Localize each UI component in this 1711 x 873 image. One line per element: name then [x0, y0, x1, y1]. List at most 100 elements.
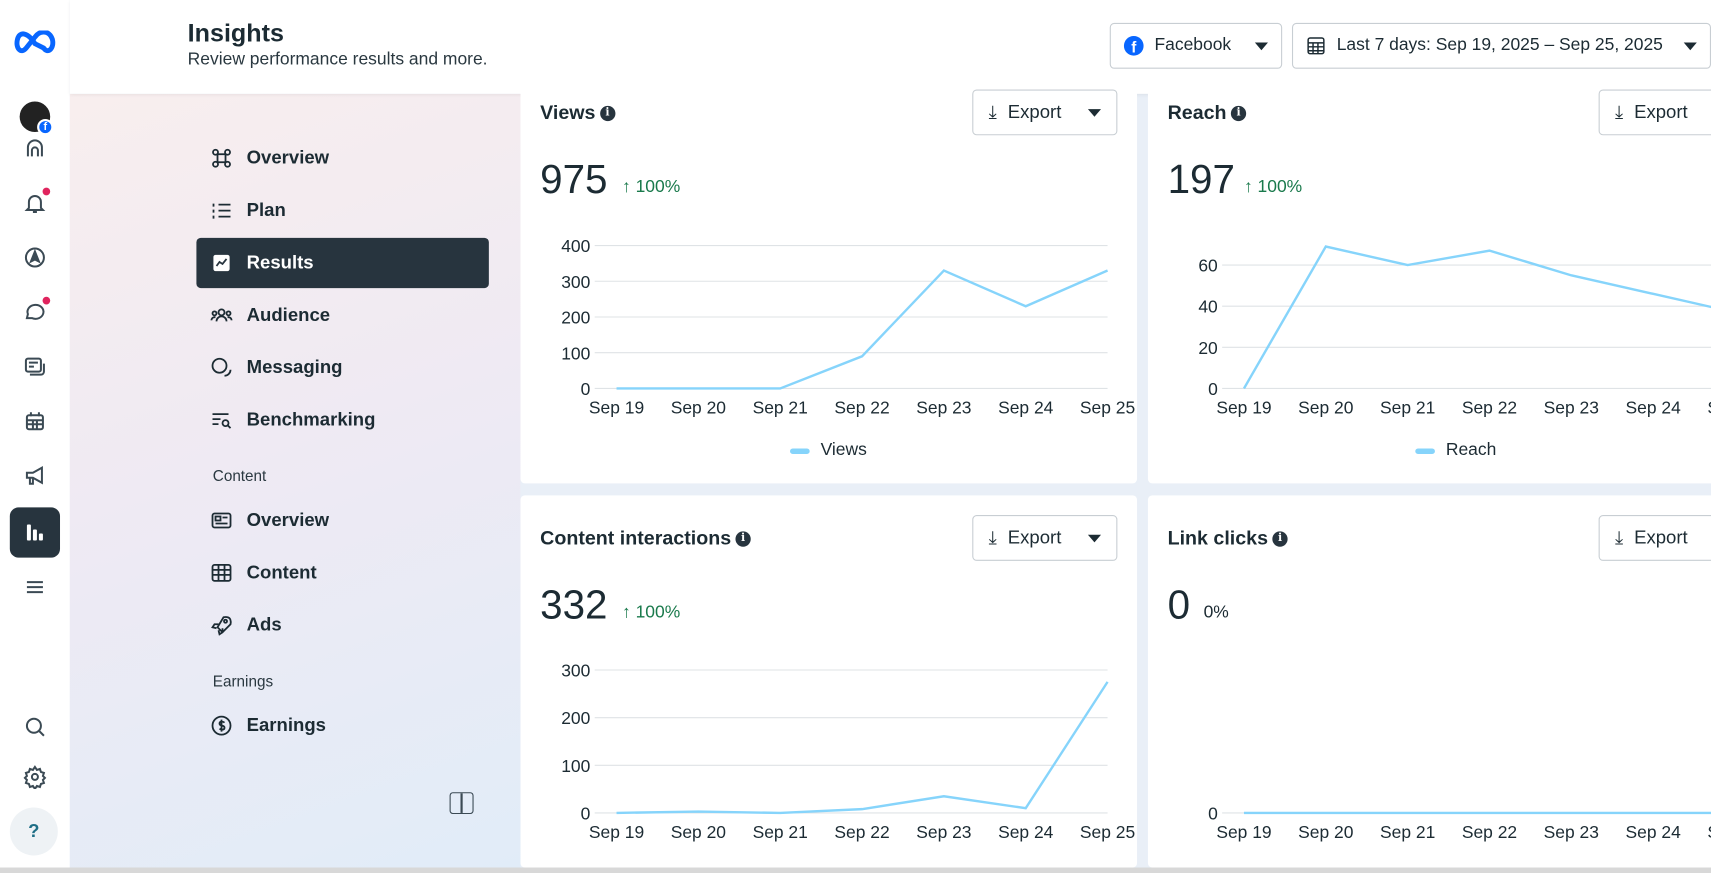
card-title: Views i [540, 101, 616, 124]
x-tick-label: Sep 25 [1080, 398, 1135, 418]
info-icon[interactable]: i [1272, 530, 1288, 547]
notification-dot [42, 296, 51, 305]
views-card: 0 100 200 300 400 Sep 19 Sep 20 Sep 21 Sep 22 Sep… [520, 85, 1138, 484]
left-rail: f ? [0, 0, 70, 868]
gear-icon[interactable] [13, 755, 57, 799]
messaging-icon [211, 357, 232, 377]
x-tick-label: Sep 19 [1216, 822, 1271, 842]
insights-nav: Overview Plan Results Audience Messaging… [69, 93, 521, 868]
info-icon[interactable]: i [1230, 105, 1247, 121]
help-button[interactable]: ? [9, 807, 58, 856]
x-tick-label: Sep 21 [1380, 822, 1435, 842]
nav-item-content-overview[interactable]: Overview [196, 495, 488, 545]
window-bottom-edge [0, 867, 1711, 873]
metric-change: ↑ 100% [621, 603, 681, 622]
series-line [616, 681, 1109, 815]
x-tick-label: Sep 23 [916, 398, 971, 418]
metric-value: 0 [1167, 582, 1191, 628]
nav-item-content[interactable]: Content [196, 548, 488, 598]
x-tick-label: Sep 19 [1216, 398, 1271, 418]
y-tick-label: 40 [1198, 297, 1218, 317]
x-tick-label: Sep 22 [1462, 822, 1517, 842]
x-tick-label: Sep 20 [1298, 822, 1354, 842]
metric-change: ↑ 100% [621, 177, 681, 197]
date-range-dropdown[interactable]: Last 7 days: Sep 19, 2025 – Sep 25, 2025 [1291, 22, 1711, 69]
calendar-grid-icon [1307, 37, 1325, 55]
x-tick-label: Sep 22 [834, 822, 889, 842]
compass-icon[interactable] [13, 236, 57, 280]
x-tick-label: Sep 21 [753, 822, 808, 842]
caret-down-icon [1254, 42, 1268, 50]
x-tick-label: Sep 25 [1080, 822, 1135, 842]
caret-down-icon [1087, 534, 1102, 542]
y-tick-label: 0 [581, 803, 591, 823]
metric-change: ↑ 100% [1243, 177, 1303, 197]
y-tick-label: 0 [1208, 803, 1218, 823]
x-tick-label: Sep 24 [998, 398, 1054, 418]
export-button[interactable]: ⤓ Export [1598, 515, 1711, 561]
rocket-icon [211, 616, 232, 636]
download-icon: ⤓ [988, 527, 997, 548]
page-subtitle: Review performance results and more. [187, 50, 488, 69]
nav-section-content: Content [212, 467, 267, 485]
export-button[interactable]: ⤓ Export [972, 515, 1118, 561]
platform-dropdown[interactable]: f Facebook [1109, 22, 1283, 69]
reach-card: 0 20 40 60 Sep 19 Sep 20 Sep 21 Sep 22 Sep 23 Sep… [1147, 85, 1711, 484]
megaphone-icon[interactable] [13, 454, 57, 498]
y-tick-label: 60 [1198, 256, 1218, 276]
nav-item-results[interactable]: Results [196, 237, 489, 289]
x-tick-label: Sep 21 [1380, 398, 1435, 418]
content-icon[interactable] [13, 345, 57, 389]
info-icon[interactable]: i [735, 530, 751, 547]
bell-icon[interactable] [13, 181, 57, 225]
chart-legend: Reach [1415, 441, 1496, 461]
nav-item-earnings[interactable]: Earnings [196, 701, 488, 751]
x-tick-label: Sep 19 [589, 398, 644, 418]
caret-down-icon [1087, 108, 1102, 117]
export-button[interactable]: ⤓ Export [1598, 89, 1711, 136]
collapse-panel-icon[interactable] [449, 792, 474, 815]
calendar-icon[interactable] [13, 399, 57, 443]
y-tick-label: 0 [581, 379, 591, 399]
nav-item-messaging[interactable]: Messaging [196, 343, 488, 393]
page-title: Insights [187, 18, 284, 47]
results-chart-icon [211, 253, 232, 273]
download-icon: ⤓ [988, 101, 997, 123]
nav-item-overview[interactable]: Overview [196, 133, 488, 183]
x-tick-label: Sep 22 [834, 398, 889, 418]
y-tick-label: 300 [561, 661, 590, 681]
y-tick-label: 20 [1198, 338, 1218, 358]
info-icon[interactable]: i [599, 105, 616, 121]
card-title: Link clicks i [1168, 527, 1288, 550]
numbered-list-icon [212, 203, 231, 219]
legend-swatch [790, 447, 810, 454]
insights-page: f ? Overview Plan Results Audience Messa… [0, 0, 1711, 873]
meta-logo[interactable] [11, 22, 59, 66]
nav-item-ads[interactable]: Ads [196, 600, 488, 650]
content-interactions-card: 0 100 200 300 Sep 19 Sep 20 Sep 21 Sep 22 Sep 23… [520, 495, 1138, 868]
x-tick-label: Sep 22 [1462, 398, 1517, 418]
dollar-circle-icon [211, 715, 232, 736]
page-header: Insights Review performance results and … [69, 0, 1711, 94]
overview-icon [212, 148, 231, 168]
home-icon[interactable] [13, 127, 57, 171]
chat-icon[interactable] [13, 290, 57, 334]
y-tick-label: 100 [561, 756, 590, 776]
nav-item-audience[interactable]: Audience [196, 290, 488, 340]
x-tick-label: Sep 20 [671, 822, 727, 842]
series-line [616, 269, 1109, 390]
insights-icon[interactable] [9, 507, 61, 558]
x-tick-label: Sep 20 [671, 398, 727, 418]
y-tick-label: 400 [561, 236, 590, 256]
nav-item-benchmarking[interactable]: Benchmarking [196, 395, 488, 445]
export-button[interactable]: ⤓ Export [972, 89, 1118, 136]
x-tick-label: Sep 24 [998, 822, 1054, 842]
notification-dot [42, 187, 51, 196]
download-icon: ⤓ [1614, 101, 1624, 123]
metric-value: 975 [540, 157, 608, 202]
metric-value: 332 [540, 582, 608, 628]
menu-icon[interactable] [13, 565, 57, 609]
search-icon[interactable] [13, 705, 57, 749]
nav-item-plan[interactable]: Plan [196, 186, 488, 236]
x-tick-label: Sep 23 [1544, 822, 1599, 842]
